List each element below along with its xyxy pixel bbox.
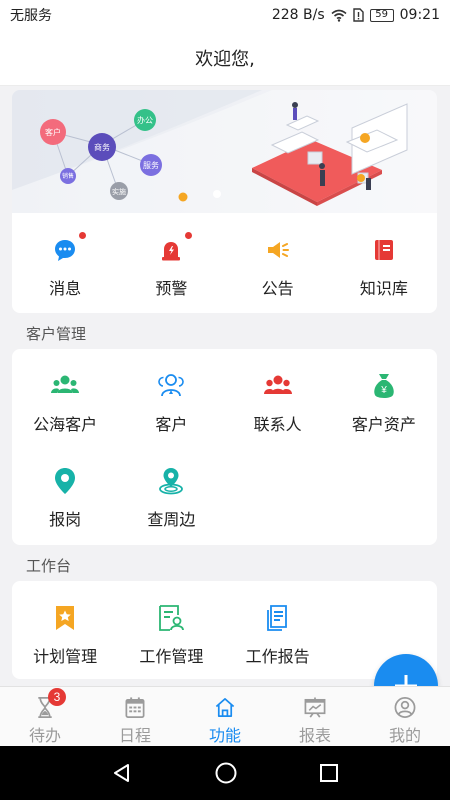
menu-item-label: 客户 [155, 415, 188, 434]
menu-item-label: 联系人 [253, 415, 302, 434]
page-header: 欢迎您, [0, 30, 450, 86]
clock: 09:21 [399, 7, 440, 23]
tab-label: 日程 [118, 726, 151, 745]
banner-carousel[interactable]: 客户 商务 办公 服务 销售 实施 [12, 90, 437, 213]
system-nav-bar [0, 746, 450, 800]
todo-count-badge: 3 [48, 688, 66, 706]
network-speed: 228 B/s [271, 7, 325, 23]
page-title: 欢迎您, [195, 48, 255, 70]
menu-item-customer-assets[interactable]: ¥ 客户资产 [331, 349, 437, 444]
tab-functions[interactable]: 功能 [180, 687, 270, 746]
bottom-tab-bar: 3 待办 日程 功能 报表 我的 [0, 686, 450, 746]
quick-action-knowledge-base[interactable]: 知识库 [331, 213, 437, 313]
menu-item-label: 公海客户 [33, 415, 98, 434]
tab-label: 待办 [28, 726, 61, 745]
group-icon [51, 375, 80, 393]
quick-action-label: 公告 [261, 279, 294, 298]
tab-label: 功能 [208, 726, 241, 745]
banner-illustration: 客户 商务 办公 服务 销售 实施 [12, 90, 437, 213]
book-icon [371, 237, 397, 263]
bubble-label-4: 销售 [62, 172, 74, 180]
quick-action-label: 知识库 [359, 279, 408, 298]
nearby-icon [159, 468, 184, 495]
menu-item-check-in[interactable]: 报岗 [12, 444, 118, 539]
bubble-label-2: 办公 [137, 115, 153, 125]
back-icon[interactable] [111, 762, 133, 784]
money-bag-icon: ¥ [374, 374, 394, 398]
megaphone-icon [265, 237, 291, 263]
tab-todo[interactable]: 3 待办 [0, 687, 90, 746]
home-circle-icon[interactable] [214, 761, 238, 785]
svg-text:¥: ¥ [380, 385, 387, 396]
tab-schedule[interactable]: 日程 [90, 687, 180, 746]
menu-item-label: 工作报告 [245, 647, 310, 666]
alarm-siren-icon [158, 232, 193, 263]
people-outline-icon [158, 374, 185, 397]
report-document-icon [266, 605, 287, 631]
calendar-icon [125, 697, 145, 718]
tab-reports[interactable]: 报表 [270, 687, 360, 746]
section-title-customer: 客户管理 [26, 325, 87, 343]
report-board-icon [304, 697, 326, 718]
bubble-label-0: 客户 [45, 127, 61, 137]
location-pin-icon [55, 468, 76, 494]
carousel-dot[interactable] [213, 190, 221, 198]
section-title-workbench: 工作台 [26, 557, 72, 575]
contacts-icon [263, 375, 292, 394]
quick-action-messages[interactable]: 消息 [12, 213, 118, 313]
status-bar: 无服务 228 B/s 59 09:21 [0, 0, 450, 30]
recents-icon[interactable] [319, 763, 339, 783]
bubble-label-3: 服务 [143, 160, 159, 170]
tab-label: 我的 [388, 726, 421, 745]
carrier-text: 无服务 [10, 8, 52, 24]
menu-item-label: 工作管理 [139, 647, 204, 666]
bubble-label-5: 实施 [112, 187, 126, 196]
tab-label: 报表 [298, 726, 331, 745]
carousel-dot-active[interactable] [178, 192, 188, 202]
menu-item-label: 计划管理 [33, 647, 98, 666]
quick-action-label: 预警 [155, 279, 188, 298]
user-circle-icon [394, 697, 416, 718]
quick-action-label: 消息 [49, 279, 82, 298]
menu-item-customers[interactable]: 客户 [118, 349, 224, 444]
chat-bubble-icon [52, 232, 87, 263]
menu-item-nearby[interactable]: 查周边 [118, 444, 224, 539]
customer-management-card: 公海客户 客户 联系人 ¥ 客户资产 报岗 查周边 [12, 349, 437, 545]
quick-actions-card: 消息 预警 公告 知识库 [12, 213, 437, 313]
unread-dot [79, 232, 87, 239]
quick-action-announcements[interactable]: 公告 [225, 213, 331, 313]
menu-item-work-report[interactable]: 工作报告 [225, 581, 331, 676]
sim-alert-icon [352, 8, 364, 22]
bubble-label-1: 商务 [94, 142, 110, 152]
menu-item-work-management[interactable]: 工作管理 [118, 581, 224, 676]
plan-star-icon [56, 606, 75, 630]
unread-dot [185, 232, 193, 239]
tab-mine[interactable]: 我的 [360, 687, 450, 746]
wifi-icon [331, 9, 347, 22]
menu-item-public-customers[interactable]: 公海客户 [12, 349, 118, 444]
quick-action-alerts[interactable]: 预警 [118, 213, 224, 313]
menu-item-plan-management[interactable]: 计划管理 [12, 581, 118, 676]
menu-item-label: 查周边 [147, 510, 196, 529]
menu-item-label: 报岗 [49, 510, 82, 529]
menu-item-contacts[interactable]: 联系人 [225, 349, 331, 444]
status-right: 228 B/s 59 09:21 [272, 7, 440, 23]
home-icon [215, 698, 235, 717]
work-profile-icon [159, 605, 185, 631]
workbench-card: 计划管理 工作管理 工作报告 [12, 581, 437, 679]
menu-item-label: 客户资产 [351, 415, 416, 434]
battery-indicator: 59 [369, 8, 394, 22]
